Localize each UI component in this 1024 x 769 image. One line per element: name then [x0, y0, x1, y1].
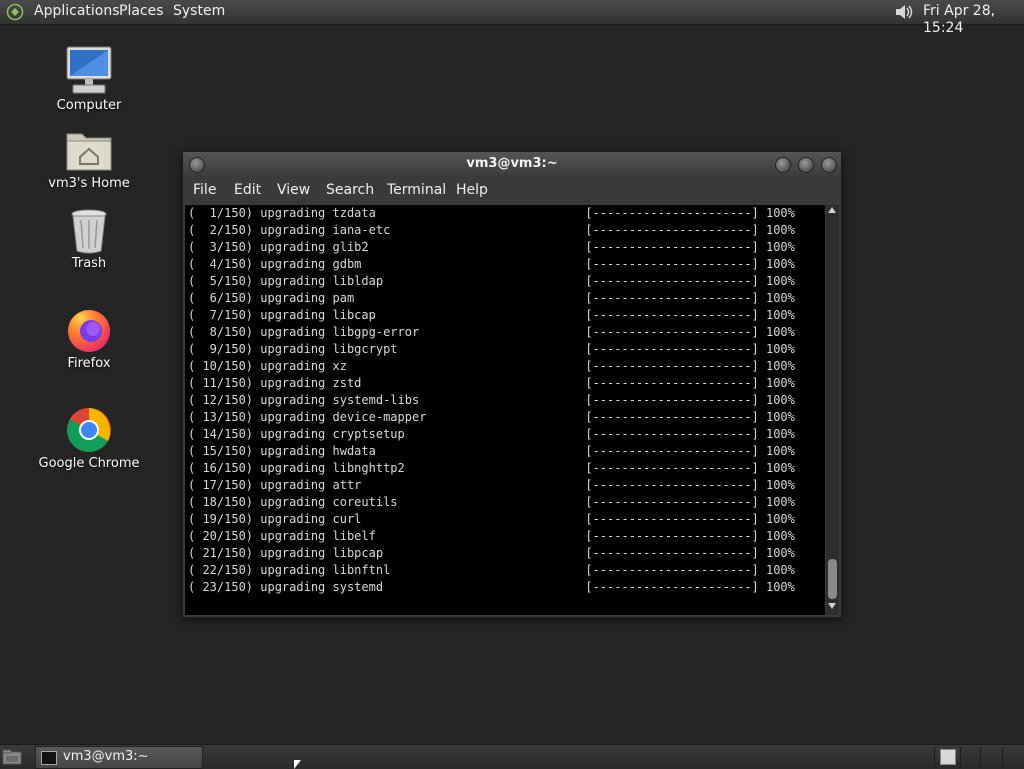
terminal-line: ( 9/150) upgrading libgcrypt [----------…	[188, 342, 795, 356]
workspace-switcher-1[interactable]	[940, 749, 956, 765]
terminal-line: ( 13/150) upgrading device-mapper [-----…	[188, 410, 795, 424]
terminal-line: ( 2/150) upgrading iana-etc [-----------…	[188, 223, 795, 237]
desktop-icon-label: Computer	[56, 98, 122, 113]
menu-file[interactable]: File	[193, 182, 216, 198]
terminal-line: ( 3/150) upgrading glib2 [--------------…	[188, 240, 795, 254]
terminal-line: ( 20/150) upgrading libelf [------------…	[188, 529, 795, 543]
menu-terminal[interactable]: Terminal	[387, 182, 446, 198]
close-button[interactable]	[821, 157, 837, 173]
trash-icon	[71, 209, 107, 254]
terminal-line: ( 22/150) upgrading libnftnl [----------…	[188, 563, 795, 577]
system-menu[interactable]: System	[173, 3, 225, 20]
desktop-icon-firefox[interactable]: Firefox	[29, 306, 149, 371]
chrome-icon	[67, 408, 111, 452]
terminal-line: ( 19/150) upgrading curl [--------------…	[188, 512, 795, 526]
taskbar-item-terminal[interactable]: vm3@vm3:~	[35, 746, 203, 769]
terminal-line: ( 23/150) upgrading systemd [-----------…	[188, 580, 795, 594]
minimize-button[interactable]	[775, 157, 791, 173]
applications-menu[interactable]: Applications	[34, 3, 120, 20]
clock[interactable]: Fri Apr 28, 15:24	[923, 3, 1024, 37]
home-folder-icon	[66, 133, 112, 171]
terminal-line: ( 15/150) upgrading hwdata [------------…	[188, 444, 795, 458]
desktop-icon-label: Trash	[71, 256, 107, 271]
terminal-output[interactable]: ( 1/150) upgrading tzdata [-------------…	[185, 205, 825, 615]
terminal-line: ( 16/150) upgrading libnghttp2 [--------…	[188, 461, 795, 475]
desktop-icon-computer[interactable]: Computer	[29, 44, 149, 113]
terminal-line: ( 18/150) upgrading coreutils [---------…	[188, 495, 795, 509]
workspace-separator	[1002, 747, 1003, 767]
desktop-icon-label: Firefox	[67, 356, 111, 371]
places-menu[interactable]: Places	[119, 3, 164, 20]
terminal-lines: ( 1/150) upgrading tzdata [-------------…	[188, 205, 795, 596]
terminal-line: ( 10/150) upgrading xz [----------------…	[188, 359, 795, 373]
desktop-icon-label: Google Chrome	[38, 456, 140, 471]
terminal-scrollbar[interactable]	[826, 205, 839, 615]
terminal-line: ( 7/150) upgrading libcap [-------------…	[188, 308, 795, 322]
menu-search[interactable]: Search	[326, 182, 374, 198]
taskbar-item-label: vm3@vm3:~	[63, 749, 149, 764]
window-title: vm3@vm3:~	[466, 156, 558, 171]
workspace-separator	[980, 747, 981, 767]
firefox-icon	[68, 310, 110, 352]
show-desktop-icon[interactable]	[2, 749, 22, 765]
menu-help[interactable]: Help	[456, 182, 488, 198]
bottom-panel: vm3@vm3:~	[0, 744, 1024, 769]
terminal-line: ( 11/150) upgrading zstd [--------------…	[188, 376, 795, 390]
workspace-separator	[960, 747, 961, 767]
terminal-line: ( 8/150) upgrading libgpg-error [-------…	[188, 325, 795, 339]
top-panel: Applications Places System Fri Apr 28, 1…	[0, 0, 1024, 36]
title-bar[interactable]: vm3@vm3:~	[183, 152, 841, 176]
desktop-icon-trash[interactable]: Trash	[29, 208, 149, 271]
workspace-separator	[934, 747, 935, 767]
desktop-icon-chrome[interactable]: Google Chrome	[29, 406, 149, 471]
terminal-line: ( 5/150) upgrading libldap [------------…	[188, 274, 795, 288]
scroll-down-arrow-icon[interactable]	[828, 603, 836, 609]
terminal-line: ( 17/150) upgrading attr [--------------…	[188, 478, 795, 492]
terminal-line: ( 6/150) upgrading pam [----------------…	[188, 291, 795, 305]
scrollbar-thumb[interactable]	[828, 559, 837, 599]
terminal-line: ( 14/150) upgrading cryptsetup [--------…	[188, 427, 795, 441]
menu-view[interactable]: View	[277, 182, 310, 198]
terminal-window[interactable]: vm3@vm3:~ File Edit View Search Terminal…	[182, 151, 842, 618]
computer-icon	[66, 46, 112, 94]
terminal-line: ( 21/150) upgrading libpcap [-----------…	[188, 546, 795, 560]
volume-icon[interactable]	[893, 2, 915, 22]
terminal-line: ( 12/150) upgrading systemd-libs [------…	[188, 393, 795, 407]
desktop-icon-home[interactable]: vm3's Home	[29, 126, 149, 191]
menu-bar: File Edit View Search Terminal Help	[183, 178, 841, 204]
maximize-button[interactable]	[798, 157, 814, 173]
distro-logo-icon[interactable]	[6, 3, 24, 21]
terminal-line: ( 1/150) upgrading tzdata [-------------…	[188, 206, 795, 220]
terminal-icon	[41, 751, 57, 765]
scroll-up-arrow-icon[interactable]	[828, 207, 836, 213]
desktop-icon-label: vm3's Home	[48, 176, 130, 191]
terminal-line: ( 4/150) upgrading gdbm [---------------…	[188, 257, 795, 271]
menu-edit[interactable]: Edit	[234, 182, 261, 198]
